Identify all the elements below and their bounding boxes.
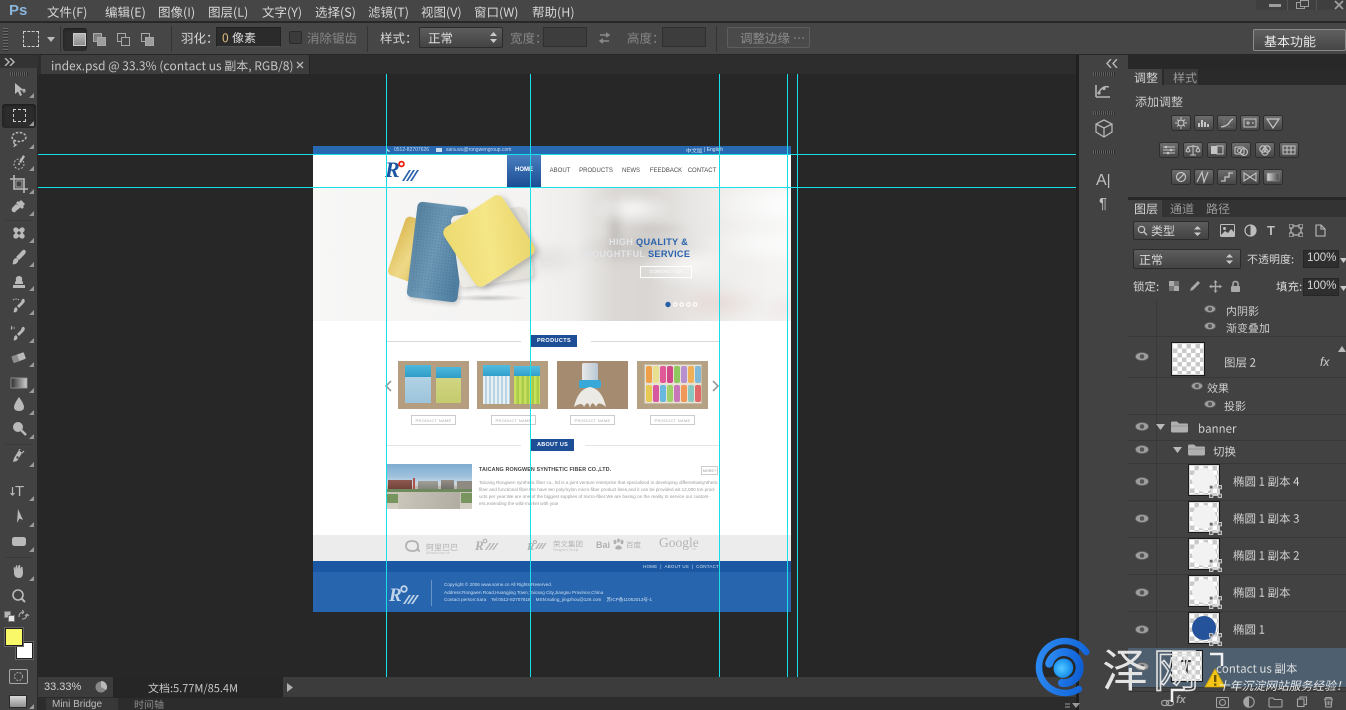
svg-text:T: T — [15, 483, 24, 500]
svg-text:R: R — [385, 157, 400, 182]
svg-text:R: R — [475, 538, 484, 553]
svg-text:R: R — [389, 585, 402, 606]
